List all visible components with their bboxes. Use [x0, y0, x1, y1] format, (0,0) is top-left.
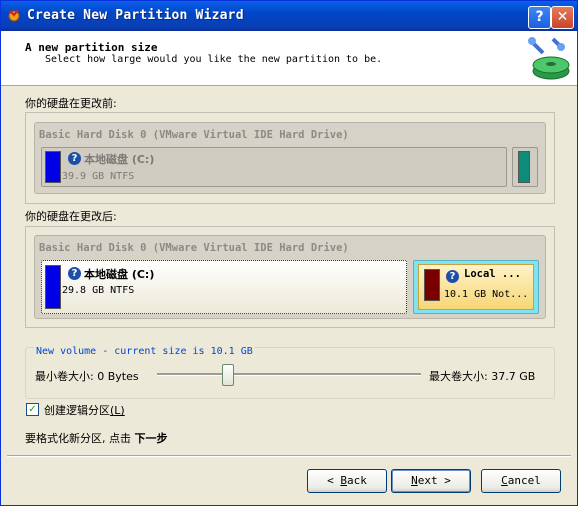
min-size-label: 最小卷大小: 0 Bytes [35, 370, 139, 383]
header-subtitle: Select how large would you like the new … [45, 54, 383, 65]
window-title: Create New Partition Wizard [27, 8, 244, 23]
partition-name: 本地磁盘 (C:) [84, 268, 155, 281]
logical-partition-label[interactable]: 创建逻辑分区(L) [44, 402, 125, 418]
back-button[interactable]: < Back [307, 469, 387, 493]
new-partition-info: 10.1 GB Not... [444, 289, 529, 300]
logical-partition-checkbox[interactable]: ✓ [26, 403, 39, 416]
before-label: 你的硬盘在更改前: [25, 97, 117, 110]
after-disk-map: Basic Hard Disk 0 (VMware Virtual IDE Ha… [34, 235, 546, 319]
after-disk-panel: Basic Hard Disk 0 (VMware Virtual IDE Ha… [25, 226, 555, 328]
partition-color-bar [45, 265, 61, 309]
partition-question-icon: ? [68, 267, 81, 280]
size-caption: New volume - current size is 10.1 GB [34, 346, 255, 357]
close-button[interactable]: ✕ [551, 6, 574, 29]
before-disk-panel: Basic Hard Disk 0 (VMware Virtual IDE Ha… [25, 112, 555, 204]
after-label: 你的硬盘在更改后: [25, 210, 117, 223]
partition-question-icon: ? [446, 270, 459, 283]
before-disk-map: Basic Hard Disk 0 (VMware Virtual IDE Ha… [34, 122, 546, 194]
after-partition-c[interactable]: ? 本地磁盘 (C:) 29.8 GB NTFS [41, 260, 407, 314]
next-button[interactable]: Next > [391, 469, 471, 493]
size-slider-track[interactable] [157, 373, 421, 376]
wizard-window: Create New Partition Wizard ? ✕ A new pa… [0, 0, 578, 506]
before-unallocated[interactable] [512, 147, 538, 187]
before-partition-c[interactable]: ? 本地磁盘 (C:) 39.9 GB NTFS [41, 147, 507, 187]
wizard-app-icon [8, 9, 20, 22]
after-disk-title: Basic Hard Disk 0 (VMware Virtual IDE Ha… [39, 242, 349, 254]
new-partition-name: Local ... [464, 268, 521, 280]
partition-info: 29.8 GB NTFS [62, 285, 135, 296]
partition-question-icon: ? [68, 152, 81, 165]
wizard-header: A new partition size Select how large wo… [1, 31, 577, 86]
cancel-button[interactable]: Cancel [481, 469, 561, 493]
format-hint: 要格式化新分区, 点击 下一步 [25, 432, 168, 445]
new-partition-color-bar [424, 269, 440, 301]
before-disk-title: Basic Hard Disk 0 (VMware Virtual IDE Ha… [39, 129, 349, 141]
max-size-label: 最大卷大小: 37.7 GB [429, 370, 536, 383]
size-slider-thumb[interactable] [222, 364, 234, 386]
disk-wizard-icon [528, 37, 570, 80]
unallocated-color-bar [518, 151, 530, 183]
partition-name: 本地磁盘 (C:) [84, 153, 155, 166]
help-button[interactable]: ? [528, 6, 551, 29]
after-new-partition[interactable]: ? Local ... 10.1 GB Not... [413, 260, 539, 314]
partition-info: 39.9 GB NTFS [62, 171, 135, 182]
partition-color-bar [45, 151, 61, 183]
footer-divider [7, 455, 571, 457]
title-bar[interactable]: Create New Partition Wizard ? ✕ [1, 1, 577, 31]
header-title: A new partition size [25, 41, 158, 54]
